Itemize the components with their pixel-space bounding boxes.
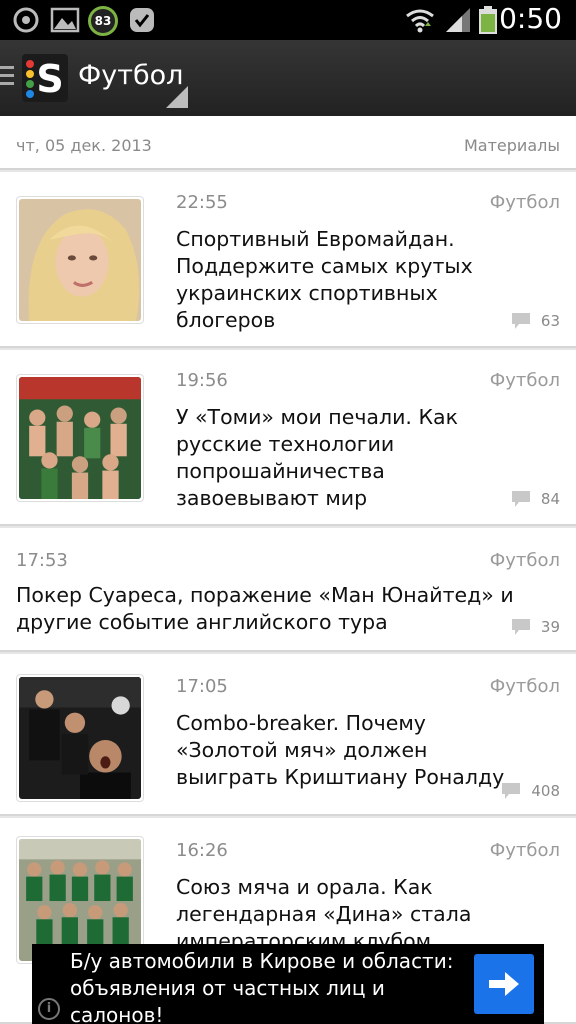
comment-count: 408	[501, 782, 560, 800]
article-title[interactable]: Combo-breaker. Почему «Золотой мяч» долж…	[176, 710, 506, 791]
gallery-icon	[50, 7, 80, 33]
list-item[interactable]: 17:53 Футбол Покер Суареса, поражение «М…	[0, 528, 576, 652]
portrait-photo	[19, 199, 141, 321]
article-category: Футбол	[489, 370, 560, 391]
comment-icon	[511, 619, 530, 635]
comment-count: 39	[511, 618, 560, 636]
app-logo[interactable]: S	[22, 54, 68, 102]
check-icon	[130, 8, 154, 32]
comment-count-value: 408	[531, 782, 560, 800]
article-title[interactable]: Спортивный Евромайдан. Поддержите самых …	[176, 226, 486, 334]
list-item[interactable]: 17:05 Футбол Combo-breaker. Почему «Золо…	[0, 654, 576, 816]
article-time: 22:55	[176, 192, 228, 213]
power-icon	[13, 7, 39, 33]
article-category: Футбол	[489, 676, 560, 697]
article-thumbnail[interactable]	[16, 196, 144, 324]
article-title[interactable]: Покер Суареса, поражение «Ман Юнайтед» и…	[16, 582, 516, 636]
list-item[interactable]: 19:56 Футбол У «Томи» мои печали. Как ру…	[0, 350, 576, 526]
clock: 0:50	[499, 2, 562, 35]
battery-icon	[479, 6, 497, 34]
article-time: 17:53	[16, 550, 68, 571]
article-thumbnail[interactable]	[16, 674, 144, 802]
fans-photo	[19, 377, 141, 499]
ad-action-button[interactable]	[474, 954, 534, 1014]
article-category: Футбол	[489, 840, 560, 861]
date-header: чт, 05 дек. 2013 Материалы	[0, 116, 576, 170]
svg-text:S: S	[36, 57, 63, 101]
article-time: 16:26	[176, 840, 228, 861]
drawer-menu-icon[interactable]	[0, 66, 14, 88]
comment-count: 84	[511, 490, 560, 508]
article-thumbnail[interactable]	[16, 374, 144, 502]
ad-text[interactable]: Б/у автомобили в Кирове и области: объяв…	[70, 948, 470, 1024]
comment-count-value: 84	[540, 490, 560, 508]
date-label: чт, 05 дек. 2013	[16, 136, 152, 155]
team-photo	[19, 839, 141, 961]
arrow-right-icon	[489, 972, 519, 996]
action-bar: S Футбол	[0, 40, 576, 116]
article-category: Футбол	[489, 192, 560, 213]
player-photo	[19, 677, 141, 799]
comment-count: 63	[511, 312, 560, 330]
article-category: Футбол	[489, 550, 560, 571]
article-time: 17:05	[176, 676, 228, 697]
spinner-indicator-icon[interactable]	[166, 86, 188, 108]
comment-count-value: 39	[540, 618, 560, 636]
ad-info-icon[interactable]: i	[38, 998, 60, 1020]
ad-banner[interactable]: Б/у автомобили в Кирове и области: объяв…	[32, 944, 544, 1024]
comment-icon	[511, 313, 530, 329]
article-title[interactable]: Союз мяча и орала. Как легендарная «Дина…	[176, 874, 496, 955]
list-item[interactable]: 22:55 Футбол Спортивный Евромайдан. Подд…	[0, 172, 576, 348]
comment-count-value: 63	[540, 312, 560, 330]
comment-icon	[511, 491, 530, 507]
wifi-icon	[406, 9, 434, 33]
status-bar: 83 0:50	[0, 0, 576, 40]
article-title[interactable]: У «Томи» мои печали. Как русские техноло…	[176, 404, 486, 512]
comment-icon	[502, 783, 521, 799]
signal-icon	[446, 8, 470, 32]
article-time: 19:56	[176, 370, 228, 391]
section-label[interactable]: Материалы	[464, 136, 560, 155]
battery-saver-icon: 83	[88, 6, 118, 36]
